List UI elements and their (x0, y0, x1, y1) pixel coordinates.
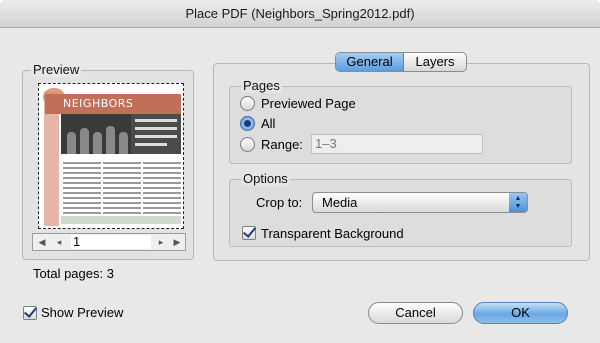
place-pdf-dialog: Place PDF (Neighbors_Spring2012.pdf) Pre… (0, 0, 600, 343)
radio-all[interactable] (240, 116, 255, 131)
thumbnail-column (63, 162, 101, 222)
next-page-icon[interactable]: ▸ (155, 234, 167, 250)
range-input[interactable]: 1–3 (311, 134, 483, 154)
current-page-input[interactable] (71, 235, 151, 249)
tab-layers[interactable]: Layers (404, 53, 466, 71)
radio-range-label: Range: (261, 137, 303, 152)
thumbnail-masthead-text: NEIGHBORS (63, 97, 134, 110)
first-page-icon[interactable]: ◀​ (36, 234, 48, 250)
crop-to-value: Media (322, 195, 358, 210)
pdf-thumbnail: NEIGHBORS (38, 83, 184, 229)
last-page-icon[interactable]: ▶ (171, 234, 183, 250)
page-navigator: ◀​ ◂ ▸ ▶ (32, 233, 186, 251)
show-preview-label: Show Preview (41, 305, 124, 320)
ok-button[interactable]: OK (473, 302, 568, 324)
prev-page-icon[interactable]: ◂ (53, 234, 65, 250)
preview-legend: Preview (31, 62, 82, 77)
radio-previewed-page[interactable] (240, 96, 255, 111)
cancel-button[interactable]: Cancel (368, 302, 463, 324)
thumbnail-footer (61, 216, 181, 224)
thumbnail-photo (61, 114, 131, 154)
options-legend: Options (241, 171, 290, 186)
thumbnail-headline (131, 114, 181, 154)
window-title: Place PDF (Neighbors_Spring2012.pdf) (185, 6, 415, 21)
show-preview-checkbox[interactable] (23, 306, 37, 320)
radio-range[interactable] (240, 137, 255, 152)
crop-to-select[interactable]: Media ▲ ▼ (312, 192, 528, 213)
chevron-updown-icon: ▲ ▼ (509, 193, 527, 212)
radio-previewed-page-label: Previewed Page (261, 96, 356, 111)
thumbnail-column (143, 162, 181, 222)
tab-general[interactable]: General (336, 53, 404, 71)
thumbnail-masthead: NEIGHBORS (45, 94, 181, 114)
transparent-background-label: Transparent Background (261, 226, 404, 241)
pages-legend: Pages (241, 78, 282, 93)
tab-bar: General Layers (335, 52, 467, 72)
thumbnail-column (103, 162, 141, 222)
radio-all-label: All (261, 116, 276, 131)
total-pages: Total pages: 3 (33, 266, 114, 281)
crop-to-label: Crop to: (256, 195, 303, 210)
transparent-background-checkbox[interactable] (242, 226, 256, 240)
title-bar: Place PDF (Neighbors_Spring2012.pdf) (0, 0, 600, 28)
